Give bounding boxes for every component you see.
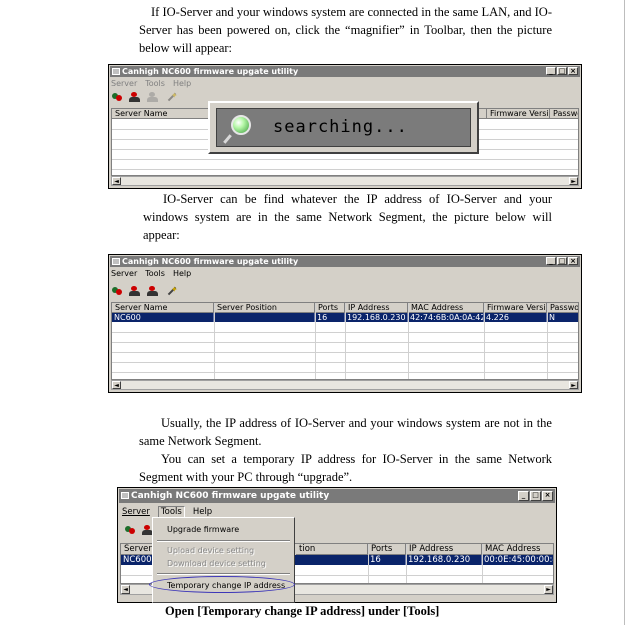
menu-item-upgrade-firmware[interactable]: Upgrade firmware	[167, 525, 239, 534]
cell-ports: 16	[368, 555, 406, 565]
intro-text: If IO-Server and your windows system are…	[139, 5, 552, 55]
user-alt-icon[interactable]	[147, 286, 159, 296]
col-mac-address[interactable]: MAC Address	[408, 303, 484, 313]
menu-server[interactable]: Server	[111, 79, 137, 88]
col-firmware-version[interactable]: Firmware Version	[484, 303, 547, 313]
cell-mac-address: 00:0E:45:00:00:42	[482, 555, 553, 565]
scroll-left-icon[interactable]: ◄	[112, 177, 121, 185]
col-ports[interactable]: Ports	[368, 544, 406, 555]
cell-firmware-version: 4.226	[484, 313, 547, 322]
fourth-paragraph: You can set a temporary IP address for I…	[139, 450, 552, 486]
cell-ip-address: 192.168.0.230	[406, 555, 482, 565]
window-controls: _ □ ×	[546, 257, 578, 265]
col-ip-address[interactable]: IP Address	[345, 303, 408, 313]
scroll-left-icon[interactable]: ◄	[112, 381, 121, 389]
menu-separator	[157, 540, 290, 542]
user-icon[interactable]	[129, 286, 141, 296]
third-text: Usually, the IP address of IO-Server and…	[139, 416, 552, 448]
toolbar: ✦	[111, 285, 579, 297]
col-password[interactable]: Password	[547, 303, 578, 313]
searching-panel: searching...	[216, 108, 471, 147]
menu-bar: Server Tools Help	[111, 269, 579, 278]
cell-server-name: NC600	[112, 313, 214, 322]
magic-wand-icon[interactable]: ✦	[165, 92, 178, 102]
col-server-position[interactable]: tion	[296, 544, 368, 555]
connect-icon[interactable]	[111, 286, 123, 296]
figure-caption: Open [Temporary change IP address] under…	[165, 604, 440, 618]
maximize-button[interactable]: □	[530, 491, 541, 501]
connect-icon[interactable]	[111, 92, 123, 102]
menu-help[interactable]: Help	[173, 79, 191, 88]
scroll-right-icon[interactable]: ►	[544, 585, 553, 594]
searching-dialog: searching...	[208, 101, 479, 154]
menu-tools[interactable]: Tools	[145, 79, 165, 88]
menu-item-download-device-setting[interactable]: Download device setting	[167, 559, 266, 568]
title-bar: Canhigh NC600 firmware upgate utility _ …	[119, 489, 555, 503]
col-server-position[interactable]: Server Position	[214, 303, 315, 313]
maximize-button[interactable]: □	[557, 257, 567, 265]
title-bar: Canhigh NC600 firmware upgate utility _ …	[110, 256, 580, 267]
magnifier-icon	[231, 115, 251, 135]
col-ip-address[interactable]: IP Address	[406, 544, 482, 555]
minimize-button[interactable]: _	[546, 257, 556, 265]
cell-server-name: NC600	[121, 555, 156, 565]
minimize-button[interactable]: _	[546, 67, 556, 75]
magic-wand-icon[interactable]: ✦	[165, 286, 178, 296]
window-title: Canhigh NC600 firmware upgate utility	[131, 491, 330, 501]
col-password[interactable]: Password	[550, 109, 578, 119]
searching-text: searching...	[273, 117, 408, 137]
third-paragraph: Usually, the IP address of IO-Server and…	[139, 414, 552, 450]
close-button[interactable]: ×	[568, 257, 578, 265]
utility-window-found: Canhigh NC600 firmware upgate utility _ …	[108, 254, 582, 393]
second-text: IO-Server can be find whatever the IP ad…	[143, 192, 552, 242]
menu-help[interactable]: Help	[173, 269, 191, 278]
menu-server[interactable]: Server	[122, 507, 150, 518]
horizontal-scrollbar[interactable]: ◄ ►	[111, 176, 579, 186]
page-edge-rule	[624, 0, 625, 625]
cell-ports: 16	[315, 313, 345, 322]
app-icon	[121, 492, 129, 499]
app-icon	[112, 68, 120, 75]
close-button[interactable]: ×	[542, 491, 553, 501]
cell-password: N	[547, 313, 578, 322]
col-mac-address[interactable]: MAC Address	[482, 544, 553, 555]
menu-bar: Server Tools Help	[111, 79, 579, 88]
window-controls: _ □ ×	[546, 67, 578, 75]
scroll-right-icon[interactable]: ►	[569, 381, 578, 389]
window-controls: _ □ ×	[518, 491, 553, 501]
magnifier-handle	[223, 134, 232, 144]
app-icon	[112, 258, 120, 265]
connect-icon[interactable]	[124, 525, 136, 535]
close-button[interactable]: ×	[568, 67, 578, 75]
menu-tools[interactable]: Tools	[145, 269, 165, 278]
fourth-text: You can set a temporary IP address for I…	[139, 452, 552, 484]
second-paragraph: IO-Server can be find whatever the IP ad…	[143, 190, 552, 244]
highlight-ellipse	[149, 576, 295, 593]
col-ports[interactable]: Ports	[315, 303, 345, 313]
intro-paragraph: If IO-Server and your windows system are…	[139, 3, 552, 57]
maximize-button[interactable]: □	[557, 67, 567, 75]
server-table: Server Name Server Position Ports IP Add…	[111, 302, 579, 380]
cell-ip-address: 192.168.0.230	[345, 313, 408, 322]
user-icon[interactable]	[129, 92, 141, 102]
horizontal-scrollbar[interactable]: ◄ ►	[111, 380, 579, 390]
minimize-button[interactable]: _	[518, 491, 529, 501]
window-title: Canhigh NC600 firmware upgate utility	[122, 67, 299, 76]
window-title: Canhigh NC600 firmware upgate utility	[122, 257, 299, 266]
scroll-right-icon[interactable]: ►	[569, 177, 578, 185]
cell-mac-address: 42:74:6B:0A:0A:42	[410, 313, 484, 322]
user-disabled-icon[interactable]	[147, 92, 159, 102]
menu-item-upload-device-setting[interactable]: Upload device setting	[167, 546, 254, 555]
cell-server-position	[214, 313, 315, 322]
scroll-left-icon[interactable]: ◄	[121, 585, 130, 594]
menu-server[interactable]: Server	[111, 269, 137, 278]
menu-separator	[157, 573, 290, 575]
title-bar: Canhigh NC600 firmware upgate utility _ …	[110, 66, 580, 77]
col-server-name[interactable]: Server Name	[112, 303, 214, 313]
col-server-name[interactable]: Server N	[121, 544, 156, 555]
col-firmware-version[interactable]: Firmware Version	[487, 109, 550, 119]
